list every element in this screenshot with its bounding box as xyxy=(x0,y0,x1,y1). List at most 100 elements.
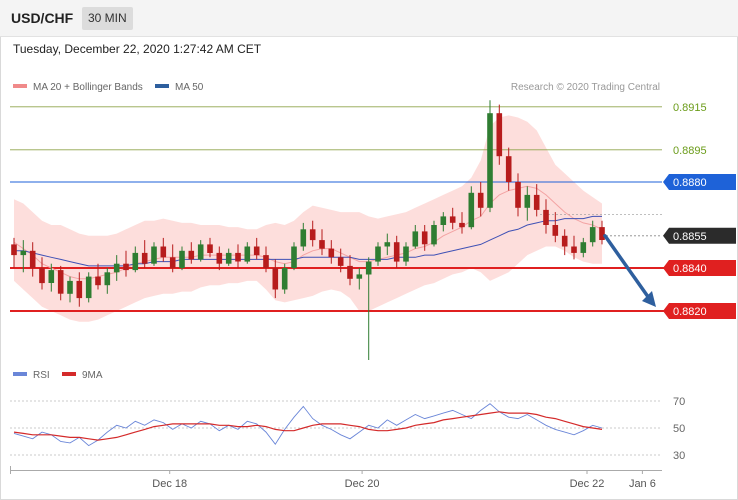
candle-body xyxy=(39,268,45,284)
candle-body xyxy=(235,252,241,262)
rsi-ma-line xyxy=(13,411,603,441)
ma50-legend-label: MA 50 xyxy=(175,82,204,93)
candle-body xyxy=(403,246,409,262)
candle-body xyxy=(356,274,363,279)
price-level-badge-support: 0.8840 xyxy=(663,260,736,276)
ma20-legend-swatch xyxy=(13,84,27,88)
candle-body xyxy=(440,216,447,225)
x-axis-tick-label: Dec 22 xyxy=(570,478,605,490)
candle-body xyxy=(496,113,503,157)
candle-body xyxy=(132,252,139,271)
candle-body xyxy=(459,222,465,228)
candle-body xyxy=(57,270,64,294)
candle-body xyxy=(533,194,540,210)
candle-body xyxy=(67,280,73,294)
candle-body xyxy=(188,250,195,260)
candle-body xyxy=(104,272,111,286)
candle-body xyxy=(76,280,83,299)
candle-body xyxy=(291,246,297,268)
candle-body xyxy=(225,252,232,264)
candle-body xyxy=(197,244,204,260)
candle-body xyxy=(524,194,531,208)
candle-body xyxy=(505,156,512,182)
x-axis-tick-label: Dec 18 xyxy=(152,478,187,490)
candle-body xyxy=(272,268,279,290)
candle-body xyxy=(375,246,381,262)
rsi-ma-legend-label: 9MA xyxy=(82,370,103,381)
candle-body xyxy=(468,192,475,228)
ma50-legend-swatch xyxy=(155,84,169,88)
price-level-label: 0.8840 xyxy=(673,263,707,275)
candle-body xyxy=(300,229,307,247)
candle-body xyxy=(48,270,55,283)
price-level-label: 0.8820 xyxy=(673,306,707,318)
rsi-tick-label: 30 xyxy=(673,450,685,462)
candle-body xyxy=(151,246,157,264)
price-level-label: 0.8880 xyxy=(673,177,707,189)
candle-body xyxy=(319,240,325,249)
candle-body xyxy=(589,227,596,243)
candle-body xyxy=(552,225,559,236)
candle-body xyxy=(95,276,101,286)
price-level-badge-support: 0.8820 xyxy=(663,303,736,319)
price-level-label: 0.8855 xyxy=(673,231,707,243)
candle-body xyxy=(20,250,27,256)
x-axis-tick-label: Jan 6 xyxy=(629,478,656,490)
candle-body xyxy=(393,242,400,262)
candle xyxy=(487,100,493,213)
rsi-tick-label: 50 xyxy=(673,423,685,435)
rsi-legend-swatch xyxy=(13,372,27,376)
candle-body xyxy=(244,246,251,262)
candle-body xyxy=(487,113,493,208)
price-level-badge-resistance: 0.8880 xyxy=(663,174,736,190)
candle-body xyxy=(216,252,223,264)
candle-body xyxy=(179,250,185,268)
candle-body xyxy=(421,231,428,245)
rsi-chart[interactable]: RSI 9MA 70 50 30 Dec 18 Dec 20 Dec 22 Jan 6 xyxy=(0,360,738,500)
candle-body xyxy=(141,252,148,264)
candle-body xyxy=(365,261,372,275)
rsi-legend: RSI 9MA xyxy=(13,370,103,381)
candle-body xyxy=(515,182,521,208)
candle xyxy=(496,104,503,165)
price-chart[interactable]: MA 20 + Bollinger Bands MA 50 Research ©… xyxy=(0,0,738,360)
candle-body xyxy=(113,263,120,273)
candle-body xyxy=(160,246,167,258)
candle-body xyxy=(281,268,288,290)
rsi-legend-label: RSI xyxy=(33,370,50,381)
candle-body xyxy=(599,227,605,240)
candle-body xyxy=(384,242,391,247)
candle-body xyxy=(337,257,344,266)
candle-body xyxy=(571,246,577,253)
candle-body xyxy=(543,209,549,225)
bollinger-band-area xyxy=(14,115,602,322)
rsi-ma-legend-swatch xyxy=(62,372,76,376)
candle-body xyxy=(253,246,260,256)
candle-body xyxy=(29,250,36,268)
candle-body xyxy=(169,257,176,268)
price-level-label: 0.8915 xyxy=(673,102,707,114)
candle xyxy=(281,263,288,294)
candle-body xyxy=(328,248,335,258)
price-level-badge-last: 0.8855 xyxy=(663,227,736,244)
rsi-tick-label: 70 xyxy=(673,396,685,408)
candle-body xyxy=(11,244,17,256)
candle-body xyxy=(309,229,316,241)
candle-body xyxy=(263,255,269,268)
x-axis-tick-label: Dec 20 xyxy=(345,478,380,490)
candle-body xyxy=(477,192,484,208)
candle-body xyxy=(449,216,456,223)
candle-body xyxy=(412,231,419,247)
ma20-legend-label: MA 20 + Bollinger Bands xyxy=(33,82,143,93)
candle-body xyxy=(123,263,129,271)
candle-body xyxy=(207,244,213,253)
candle-body xyxy=(85,276,92,299)
candle-body xyxy=(580,242,587,253)
candle-body xyxy=(561,235,568,247)
price-level-label: 0.8895 xyxy=(673,145,707,157)
candle xyxy=(85,272,92,303)
price-legend: MA 20 + Bollinger Bands MA 50 Research ©… xyxy=(13,82,660,93)
candle-body xyxy=(347,265,353,279)
credit-label: Research © 2020 Trading Central xyxy=(511,82,660,93)
candle-body xyxy=(431,225,437,245)
